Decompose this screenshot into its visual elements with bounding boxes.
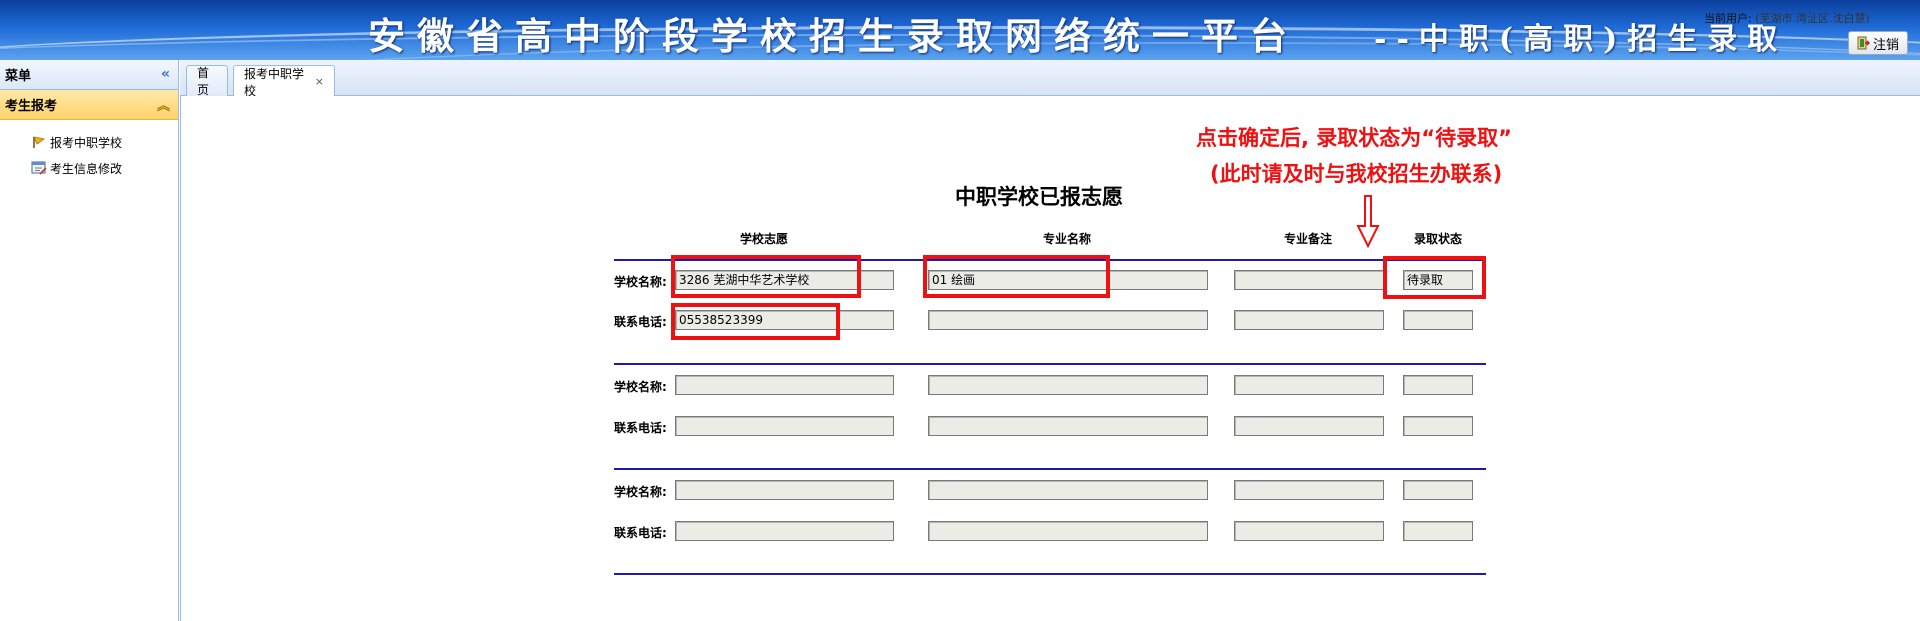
form-title: 中职学校已报志愿 (955, 185, 1123, 209)
tab-label: 首页 (197, 66, 210, 97)
empty-field (1403, 416, 1473, 436)
remark-field (1234, 480, 1384, 500)
double-chevron-up-icon[interactable]: ︽ (157, 95, 170, 114)
close-icon[interactable]: × (315, 75, 324, 88)
phone-label: 联系电话: (614, 315, 667, 329)
highlight-box-phone (671, 303, 840, 340)
sidebar-menu: 报考中职学校 考生信息修改 (0, 120, 178, 181)
column-header-remark: 专业备注 (1284, 232, 1333, 246)
major-field (928, 375, 1208, 395)
empty-field (928, 521, 1208, 541)
phone-label: 联系电话: (614, 421, 667, 435)
empty-field (1234, 416, 1384, 436)
empty-field (1403, 521, 1473, 541)
content-panel (180, 96, 1920, 621)
phone-field (675, 416, 894, 436)
current-user-label: 当前用户: (1704, 12, 1752, 25)
phone-field (675, 521, 894, 541)
school-name-label: 学校名称: (614, 485, 667, 499)
sidebar-section-title: 考生报考 (5, 99, 58, 114)
sidebar-item-label: 考生信息修改 (50, 161, 123, 176)
tab-home[interactable]: 首页 (186, 65, 228, 97)
logout-icon (1857, 36, 1870, 50)
column-header-status: 录取状态 (1414, 232, 1463, 246)
arrow-down-icon (1356, 195, 1380, 248)
tab-label: 报考中职学校 (244, 66, 305, 98)
annotation-note: 点击确定后, 录取状态为“待录取” (此时请及时与我校招生办联系) (1196, 120, 1512, 192)
sidebar-title: 菜单 (5, 69, 32, 84)
sidebar-header: 菜单 « (0, 60, 178, 90)
school-name-label: 学校名称: (614, 380, 667, 394)
app-header: 安徽省高中阶段学校招生录取网络统一平台 --中职(高职)招生录取 当前用户: (… (0, 0, 1920, 60)
remark-field (1234, 270, 1384, 290)
sidebar-item-label: 报考中职学校 (50, 135, 123, 150)
empty-field (1234, 521, 1384, 541)
empty-field (1234, 310, 1384, 330)
edit-icon (31, 160, 47, 176)
sidebar: 菜单 « 考生报考 ︽ 报考中职学校 考生信息修改 (0, 60, 179, 621)
divider (614, 363, 1486, 365)
school-name-label: 学校名称: (614, 275, 667, 289)
highlight-box-status (1383, 256, 1486, 299)
tab-bar: 首页 报考中职学校 × (180, 60, 1920, 98)
highlight-box-major (923, 255, 1110, 298)
sidebar-section-header[interactable]: 考生报考 ︽ (0, 90, 178, 120)
empty-field (1403, 310, 1473, 330)
status-field (1403, 480, 1473, 500)
highlight-box-school (671, 255, 861, 298)
school-field (675, 375, 894, 395)
divider (614, 468, 1486, 470)
column-header-school: 学校志愿 (740, 232, 789, 246)
status-field (1403, 375, 1473, 395)
current-user-info: 当前用户: (芜湖市.湾沚区.沈白慧) (1704, 10, 1870, 26)
school-field (675, 480, 894, 500)
empty-field (928, 416, 1208, 436)
annotation-line-1: 点击确定后, 录取状态为“待录取” (1196, 126, 1512, 150)
flag-icon (31, 134, 47, 150)
empty-field (928, 310, 1208, 330)
annotation-line-2: (此时请及时与我校招生办联系) (1210, 162, 1503, 186)
column-header-major: 专业名称 (1043, 232, 1092, 246)
phone-label: 联系电话: (614, 526, 667, 540)
logout-button[interactable]: 注销 (1848, 31, 1908, 55)
sidebar-item-edit-info[interactable]: 考生信息修改 (0, 155, 178, 181)
sidebar-item-apply-school[interactable]: 报考中职学校 (0, 129, 178, 155)
system-title: 安徽省高中阶段学校招生录取网络统一平台 (368, 14, 1299, 58)
divider (614, 573, 1486, 575)
logout-label: 注销 (1872, 37, 1899, 53)
double-chevron-left-icon[interactable]: « (161, 66, 170, 82)
tab-apply-school[interactable]: 报考中职学校 × (233, 65, 335, 98)
current-user-name: (芜湖市.湾沚区.沈白慧) (1755, 12, 1870, 25)
remark-field (1234, 375, 1384, 395)
major-field (928, 480, 1208, 500)
